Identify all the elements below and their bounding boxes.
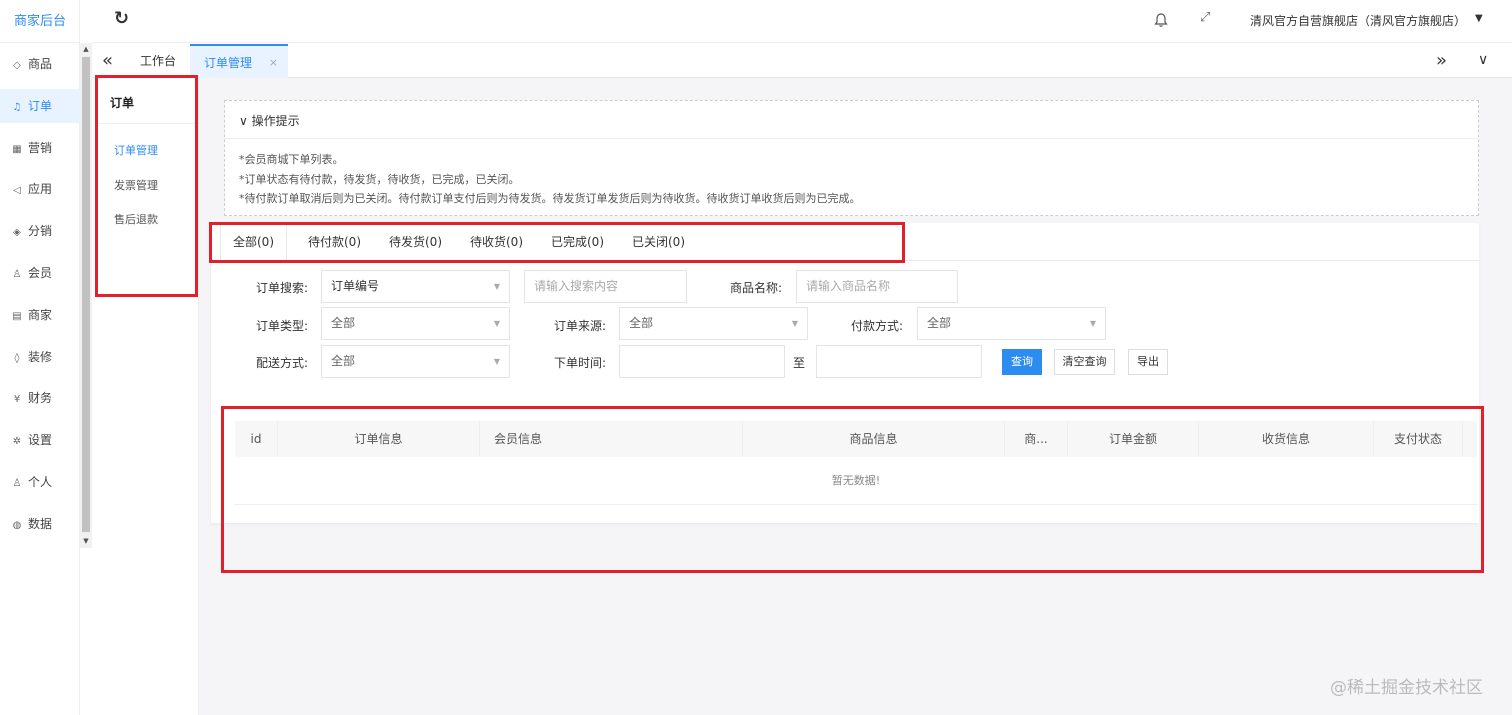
tag-icon: ◊ (14, 352, 20, 364)
grid-icon: ▦ (12, 143, 22, 155)
tab-workbench[interactable]: 工作台 (128, 44, 188, 78)
refresh-icon[interactable]: ↻ (114, 8, 129, 29)
search-type-value: 订单编号 (331, 279, 380, 293)
fullscreen-icon[interactable]: ⤢ (1200, 10, 1210, 25)
operation-tips: ∨ 操作提示 *会员商城下单列表。 *订单状态有待付款，待发货，待收货，已完成，… (224, 100, 1479, 216)
sidebar-item-label: 商品 (28, 57, 53, 71)
sidebar-item-7[interactable]: ▤ 商家 (0, 298, 80, 332)
sidebar-item-9[interactable]: ¥ 财务 (0, 381, 80, 415)
payment-method-label: 付款方式: (851, 319, 904, 333)
sidebar-item-10[interactable]: ✲ 设置 (0, 423, 80, 457)
export-button[interactable]: 导出 (1128, 349, 1168, 375)
delivery-method-select[interactable]: 全部 ▼ (321, 345, 510, 378)
tips-title: 操作提示 (251, 114, 300, 128)
user-icon: ♙ (12, 269, 22, 280)
search-input[interactable]: 请输入搜索内容 (524, 270, 687, 303)
sidebar-item-label: 营销 (28, 140, 53, 155)
goods-name-input[interactable]: 请输入商品名称 (796, 270, 958, 303)
sidebar-item-label: 应用 (28, 182, 53, 197)
sidebar: 商家后台 ◇ 商品 ♫ 订单 ▦ 营销 ◁ 应用 ◈ 分销 ♙ 会员 ▤ 商家 ◊ 装修 ¥ 财务 ✲ 设置 ♙ 个人 ◍ 数… (0, 0, 80, 715)
tab-bar: « 工作台 订单管理 × » ∨ (92, 44, 1512, 78)
payment-method-select[interactable]: 全部 ▼ (917, 307, 1106, 340)
store-icon: ▤ (12, 310, 22, 322)
scroll-down-icon[interactable]: ▼ (80, 535, 92, 547)
order-source-select[interactable]: 全部 ▼ (619, 307, 808, 340)
order-time-start-input[interactable] (619, 345, 785, 378)
top-header: ↻ ⤢ 清风官方自营旗舰店（清风官方旗舰店） ▼ (92, 0, 1512, 43)
caret-down-icon: ▼ (493, 282, 500, 291)
sidebar-item-label: 订单 (28, 98, 53, 113)
sidebar-item-label: 装修 (28, 349, 53, 364)
order-source-label: 订单来源: (554, 319, 607, 333)
tip-line: *订单状态有待付款，待发货，待收货，已完成，已关闭。 (239, 173, 520, 186)
tabs-scroll-left-icon[interactable]: « (102, 50, 113, 71)
scroll-up-icon[interactable]: ▲ (80, 43, 92, 55)
payment-method-value: 全部 (927, 316, 952, 330)
close-icon[interactable]: × (269, 46, 278, 80)
scrollbar-thumb[interactable] (82, 57, 90, 532)
sidebar-item-11[interactable]: ♙ 个人 (0, 465, 80, 499)
sidebar-item-6[interactable]: ♙ 会员 (0, 256, 80, 290)
order-type-select[interactable]: 全部 ▼ (321, 307, 510, 340)
main-content: ∨ 操作提示 *会员商城下单列表。 *订单状态有待付款，待发货，待收货，已完成，… (199, 78, 1512, 715)
sidebar-scrollbar[interactable]: ▲ ▼ (80, 43, 92, 548)
tips-header[interactable]: ∨ 操作提示 (239, 112, 300, 129)
sidebar-item-label: 会员 (28, 266, 53, 280)
tab-label: 订单管理 (204, 56, 253, 70)
highlight-box-status-tabs (209, 222, 905, 263)
notification-bell-icon[interactable] (1154, 12, 1168, 28)
sidebar-item-label: 财务 (28, 391, 53, 406)
sidebar-item-label: 设置 (28, 433, 53, 448)
highlight-box-submenu (95, 75, 198, 297)
globe-icon: ◍ (12, 519, 22, 531)
layers-icon: ◈ (13, 227, 21, 239)
shop-name[interactable]: 清风官方自营旗舰店（清风官方旗舰店） (1250, 12, 1466, 29)
sidebar-item-label: 商家 (28, 307, 53, 322)
delivery-method-value: 全部 (331, 354, 356, 368)
caret-down-icon: ▼ (791, 319, 798, 328)
order-time-end-input[interactable] (816, 345, 982, 378)
sidebar-item-label: 分销 (28, 224, 53, 239)
sidebar-item-label: 数据 (28, 516, 53, 531)
tab-order-management[interactable]: 订单管理 × (190, 44, 288, 78)
highlight-box-table (221, 406, 1484, 573)
query-button[interactable]: 查询 (1002, 349, 1042, 375)
sidebar-item-4[interactable]: ◁ 应用 (0, 172, 80, 206)
sidebar-item-12[interactable]: ◍ 数据 (0, 507, 80, 541)
caret-down-icon: ▼ (493, 357, 500, 366)
tip-line: *待付款订单取消后则为已关闭。待付款订单支付后则为待发货。待发货订单发货后则为待… (239, 192, 861, 205)
delivery-method-label: 配送方式: (256, 356, 309, 370)
order-type-value: 全部 (331, 316, 356, 330)
brand-logo[interactable]: 商家后台 (0, 0, 80, 43)
sidebar-item-2[interactable]: ♫ 订单 (0, 88, 80, 123)
sidebar-item-5[interactable]: ◈ 分销 (0, 214, 80, 248)
divider (225, 138, 1478, 139)
goods-name-label: 商品名称: (730, 281, 783, 295)
search-type-select[interactable]: 订单编号 ▼ (321, 270, 510, 303)
bell-icon: ♫ (12, 101, 22, 113)
order-search-label: 订单搜索: (256, 281, 309, 295)
chevron-down-icon[interactable]: ∨ (239, 114, 248, 128)
person-icon: ♙ (12, 478, 22, 489)
caret-down-icon: ▼ (1089, 319, 1096, 328)
gear-icon: ✲ (12, 436, 22, 448)
caret-down-icon: ▼ (493, 319, 500, 328)
sidebar-item-3[interactable]: ▦ 营销 (0, 131, 80, 165)
order-type-label: 订单类型: (256, 319, 309, 333)
caret-down-icon[interactable]: ▼ (1475, 13, 1483, 24)
clear-query-button[interactable]: 清空查询 (1054, 349, 1115, 375)
gem-icon: ◇ (13, 60, 21, 71)
yen-icon: ¥ (13, 394, 21, 406)
sidebar-item-1[interactable]: ◇ 商品 (0, 47, 80, 81)
order-time-label: 下单时间: (554, 356, 607, 370)
tip-line: *会员商城下单列表。 (239, 153, 344, 166)
order-source-value: 全部 (629, 316, 654, 330)
sidebar-item-label: 个人 (28, 475, 53, 489)
sidebar-item-8[interactable]: ◊ 装修 (0, 340, 80, 374)
watermark: @稀土掘金技术社区 (1330, 678, 1483, 698)
send-icon: ◁ (13, 185, 21, 197)
time-range-separator: 至 (793, 356, 806, 370)
tabs-scroll-right-icon[interactable]: » (1436, 50, 1447, 71)
chevron-down-icon[interactable]: ∨ (1478, 52, 1488, 68)
